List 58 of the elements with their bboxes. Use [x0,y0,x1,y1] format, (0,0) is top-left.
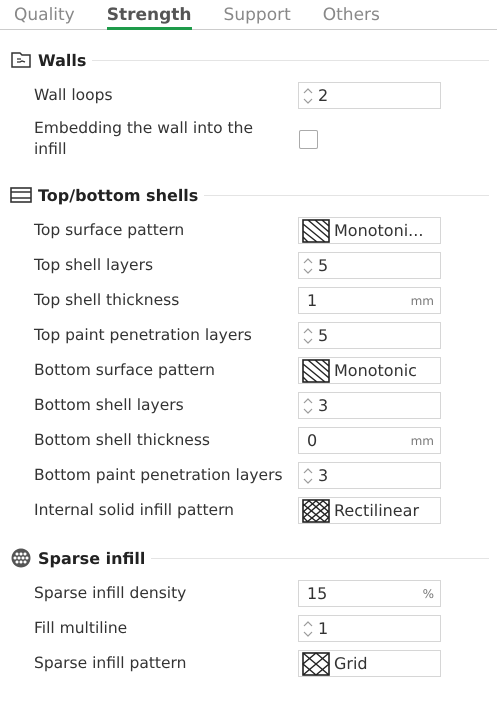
field-value: 5 [318,326,330,345]
number-field[interactable]: 5 [298,322,441,349]
field-value: 1 [307,291,318,310]
pattern-dropdown[interactable]: Monotoni... [298,217,441,244]
setting-label: Embedding the wall into the infill [34,118,254,160]
tab[interactable]: Strength [106,0,192,30]
field-value: 3 [318,396,330,415]
pattern-dropdown[interactable]: Grid [298,650,441,677]
pattern-dropdown[interactable]: Rectilinear [298,497,441,524]
section-title: Sparse infill [38,548,146,568]
checkbox[interactable] [299,130,318,148]
section-title: Walls [38,50,86,70]
setting-label: Sparse infill pattern [34,653,188,674]
setting-label: Bottom shell thickness [34,430,211,451]
number-field[interactable]: 5 [298,252,441,279]
setting-label: Top paint penetration layers [34,325,253,346]
diagonal-lines-icon [302,358,330,382]
setting-label: Internal solid infill pattern [34,500,235,521]
honeycomb-icon [10,548,32,568]
number-field[interactable]: 15 % [298,580,441,607]
section-title: Top/bottom shells [38,186,198,204]
unit-label: mm [410,434,434,448]
setting-label: Top shell layers [34,255,154,276]
tab[interactable]: Support [224,0,291,30]
field-value: 2 [318,86,330,105]
tab[interactable]: Quality [14,0,75,30]
setting-label: Sparse infill density [34,583,188,604]
field-value: Rectilinear [334,501,420,520]
field-value: Grid [334,654,369,673]
crosshatch-icon [302,498,330,522]
setting-label: Wall loops [34,85,114,106]
grid-pattern-icon [302,652,330,676]
field-value: 3 [318,466,330,485]
number-field[interactable]: 2 [298,82,441,109]
diagonal-lines-icon [302,218,330,242]
number-field[interactable]: 3 [298,392,441,419]
number-field[interactable]: 0 mm [298,427,441,454]
field-value: Monotoni... [334,221,424,240]
number-field[interactable]: 3 [298,462,441,489]
unit-label: mm [410,294,434,308]
setting-label: Bottom paint penetration layers [34,465,284,486]
number-field[interactable]: 1 [298,615,441,642]
field-value: 5 [318,256,330,275]
setting-label: Bottom shell layers [34,395,185,416]
wall-icon [10,51,32,69]
setting-label: Top surface pattern [34,220,186,241]
field-value: 0 [307,431,318,450]
setting-label: Top shell thickness [34,290,180,311]
unit-label: % [422,586,434,600]
field-value: 1 [318,619,330,638]
layers-icon [10,186,32,204]
setting-label: Bottom surface pattern [34,360,216,381]
tab[interactable]: Others [322,0,380,30]
field-value: 15 [307,584,328,603]
field-value: Monotonic [334,361,418,380]
pattern-dropdown[interactable]: Monotonic [298,357,441,384]
setting-label: Fill multiline [34,618,128,639]
number-field[interactable]: 1 mm [298,287,441,314]
